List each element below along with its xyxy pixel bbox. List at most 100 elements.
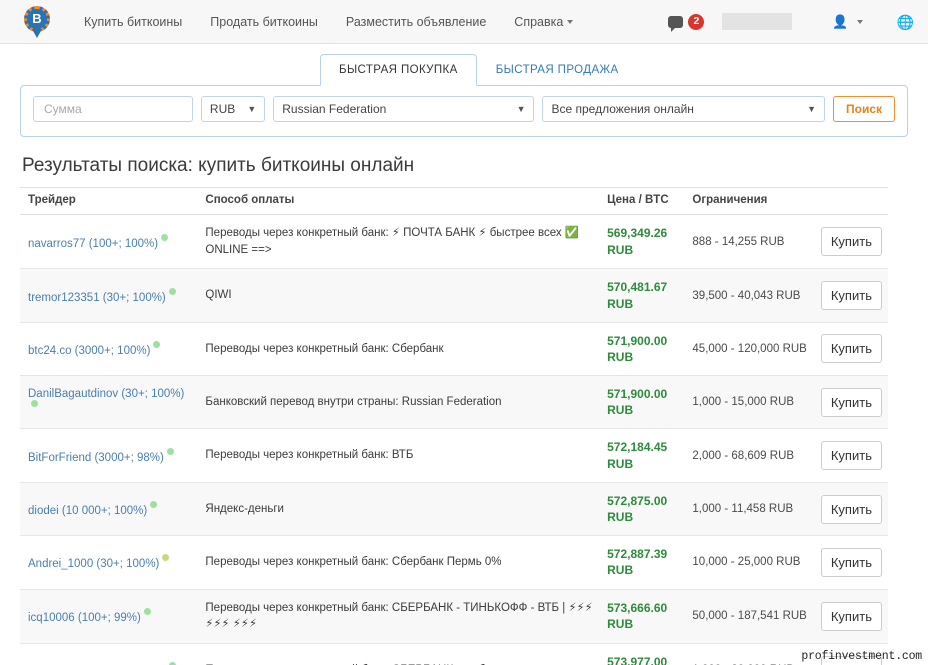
country-select[interactable]: Russian Federation ▼	[273, 96, 535, 122]
cell-price: 572,887.39 RUB	[599, 535, 685, 590]
table-row: tremor123351 (30+; 100%) QIWI 570,481.67 RU…	[20, 268, 888, 323]
cell-price: 573,977.00RUB	[599, 643, 685, 665]
messages-badge: 2	[688, 13, 705, 30]
amount-input[interactable]	[42, 101, 184, 117]
cell-price: 572,184.45 RUB	[599, 428, 685, 483]
nav-item-help[interactable]: Справка	[500, 15, 587, 29]
online-status-dot-icon	[153, 340, 161, 348]
page-root: B Купить биткоины Продать биткоины Разме…	[0, 0, 928, 665]
trader-link[interactable]: BitForFriend (3000+; 98%)	[28, 452, 164, 464]
buy-button[interactable]: Купить	[820, 281, 882, 311]
buy-button[interactable]: Купить	[820, 387, 882, 417]
nav-label: Продать биткоины	[210, 14, 318, 29]
search-panel-area: БЫСТРАЯ ПОКУПКА БЫСТРАЯ ПРОДАЖА RUB ▼ Ru…	[0, 44, 928, 137]
nav-item-sell-bitcoins[interactable]: Продать биткоины	[196, 15, 332, 29]
column-header-action	[812, 187, 888, 215]
buy-button[interactable]: Купить	[820, 547, 882, 577]
cell-action: Купить	[812, 482, 888, 537]
trader-link[interactable]: icq10006 (100+; 99%)	[28, 612, 141, 624]
chevron-down-icon: ▼	[247, 103, 257, 114]
price-value: 571,900.00	[607, 333, 668, 348]
currency-select[interactable]: RUB ▼	[200, 96, 266, 122]
account-menu[interactable]: 👤	[832, 14, 863, 29]
cell-payment-method: Банковский перевод внутри страны: Russia…	[197, 375, 600, 430]
trader-link[interactable]: DanilBagautdinov (30+; 100%)	[28, 388, 184, 400]
globe-icon: 🌐	[896, 13, 914, 30]
buy-button[interactable]: Купить	[820, 494, 882, 524]
trader-link[interactable]: diodei (10 000+; 100%)	[28, 505, 147, 517]
cell-price: 573,666.60 RUB	[599, 589, 685, 644]
cell-trader: DanilBagautdinov (30+; 100%)	[20, 375, 198, 430]
nav-label: Купить биткоины	[84, 14, 183, 29]
cell-trader: tremor123351 (30+; 100%)	[20, 268, 198, 323]
trader-link[interactable]: tremor123351 (30+; 100%)	[28, 292, 166, 304]
online-status-dot-icon	[31, 400, 38, 408]
column-header-trader: Трейдер	[20, 187, 198, 215]
offers-select[interactable]: Все предложения онлайн ▼	[542, 96, 825, 122]
price-value: 571,900.00	[607, 387, 668, 402]
chevron-down-icon	[567, 20, 574, 25]
cell-trader: GREKMMY (3000+; 100%)	[20, 643, 198, 665]
price-value: 570,481.67	[607, 280, 668, 295]
column-header-method: Способ оплаты	[197, 187, 600, 215]
nav-item-post-ad[interactable]: Разместить объявление	[332, 15, 500, 29]
tab-quick-buy[interactable]: БЫСТРАЯ ПОКУПКА	[320, 54, 477, 86]
trader-link[interactable]: navarros77 (100+; 100%)	[28, 238, 158, 250]
balance-placeholder	[722, 13, 793, 30]
price-value: 572,875.00	[607, 493, 668, 508]
trader-link[interactable]: Andrei_1000 (30+; 100%)	[28, 558, 159, 570]
cell-limits: 45,000 - 120,000 RUB	[684, 322, 813, 377]
logo-letter: B	[32, 11, 42, 26]
top-navigation-bar: B Купить биткоины Продать биткоины Разме…	[0, 0, 928, 44]
language-selector[interactable]: 🌐	[897, 15, 914, 29]
currency-value: RUB	[209, 102, 236, 116]
chevron-down-icon: ▼	[516, 103, 526, 114]
buy-button[interactable]: Купить	[820, 227, 882, 257]
tab-quick-sell[interactable]: БЫСТРАЯ ПРОДАЖА	[477, 54, 638, 85]
cell-price: 570,481.67 RUB	[599, 268, 685, 323]
price-currency: RUB	[607, 296, 634, 311]
cell-payment-method: Переводы через конкретный банк: СБЕРБАНК…	[197, 643, 600, 665]
online-status-dot-icon	[161, 233, 169, 241]
column-header-price: Цена / BTC	[599, 187, 685, 215]
cell-limits: 2,000 - 68,609 RUB	[684, 428, 813, 483]
online-status-dot-icon	[168, 287, 176, 295]
price-value: 572,184.45	[607, 440, 668, 455]
online-status-dot-icon	[143, 608, 151, 616]
table-row: btc24.co (3000+; 100%) Переводы через кон…	[20, 322, 888, 377]
messages-button[interactable]: 2	[668, 13, 705, 32]
cell-payment-method: Переводы через конкретный банк: Сбербанк	[197, 322, 600, 377]
table-row: icq10006 (100+; 99%) Переводы через конкр…	[20, 589, 888, 644]
chevron-down-icon: ▼	[807, 103, 816, 114]
tab-label: БЫСТРАЯ ПРОДАЖА	[495, 64, 619, 76]
buy-button[interactable]: Купить	[820, 441, 882, 471]
price-value: 572,887.39	[607, 547, 668, 562]
cell-payment-method: Яндекс-деньги	[197, 482, 600, 537]
cell-payment-method: Переводы через конкретный банк: ⚡ ПОЧТА …	[197, 214, 600, 270]
table-header-row: Трейдер Способ оплаты Цена / BTC Огранич…	[20, 187, 888, 215]
cell-action: Купить	[812, 268, 888, 323]
buy-button[interactable]: Купить	[820, 601, 882, 631]
cell-price: 571,900.00 RUB	[599, 322, 685, 377]
cell-action: Купить	[812, 375, 888, 430]
cell-payment-method: QIWI	[197, 268, 600, 323]
cell-limits: 1,000 - 11,458 RUB	[684, 482, 813, 537]
site-logo[interactable]: B	[22, 5, 56, 39]
price-currency: RUB	[607, 456, 634, 471]
price-currency: RUB	[607, 349, 634, 364]
buy-button[interactable]: Купить	[820, 334, 882, 364]
price-value: 573,977.00	[607, 654, 668, 665]
cell-action: Купить	[812, 322, 888, 377]
price-currency: RUB	[607, 563, 634, 578]
price-currency: RUB	[607, 617, 634, 632]
cell-trader: Andrei_1000 (30+; 100%)	[20, 535, 198, 590]
table-row: GREKMMY (3000+; 100%)Переводы через конк…	[20, 643, 888, 665]
online-status-dot-icon	[162, 554, 170, 562]
search-button[interactable]: Поиск	[832, 96, 895, 122]
price-currency: RUB	[607, 403, 634, 418]
table-row: BitForFriend (3000+; 98%) Переводы через …	[20, 428, 888, 483]
nav-item-buy-bitcoins[interactable]: Купить биткоины	[70, 15, 196, 29]
person-icon: 👤	[832, 14, 849, 29]
trader-link[interactable]: btc24.co (3000+; 100%)	[28, 345, 150, 357]
cell-trader: icq10006 (100+; 99%)	[20, 589, 198, 644]
